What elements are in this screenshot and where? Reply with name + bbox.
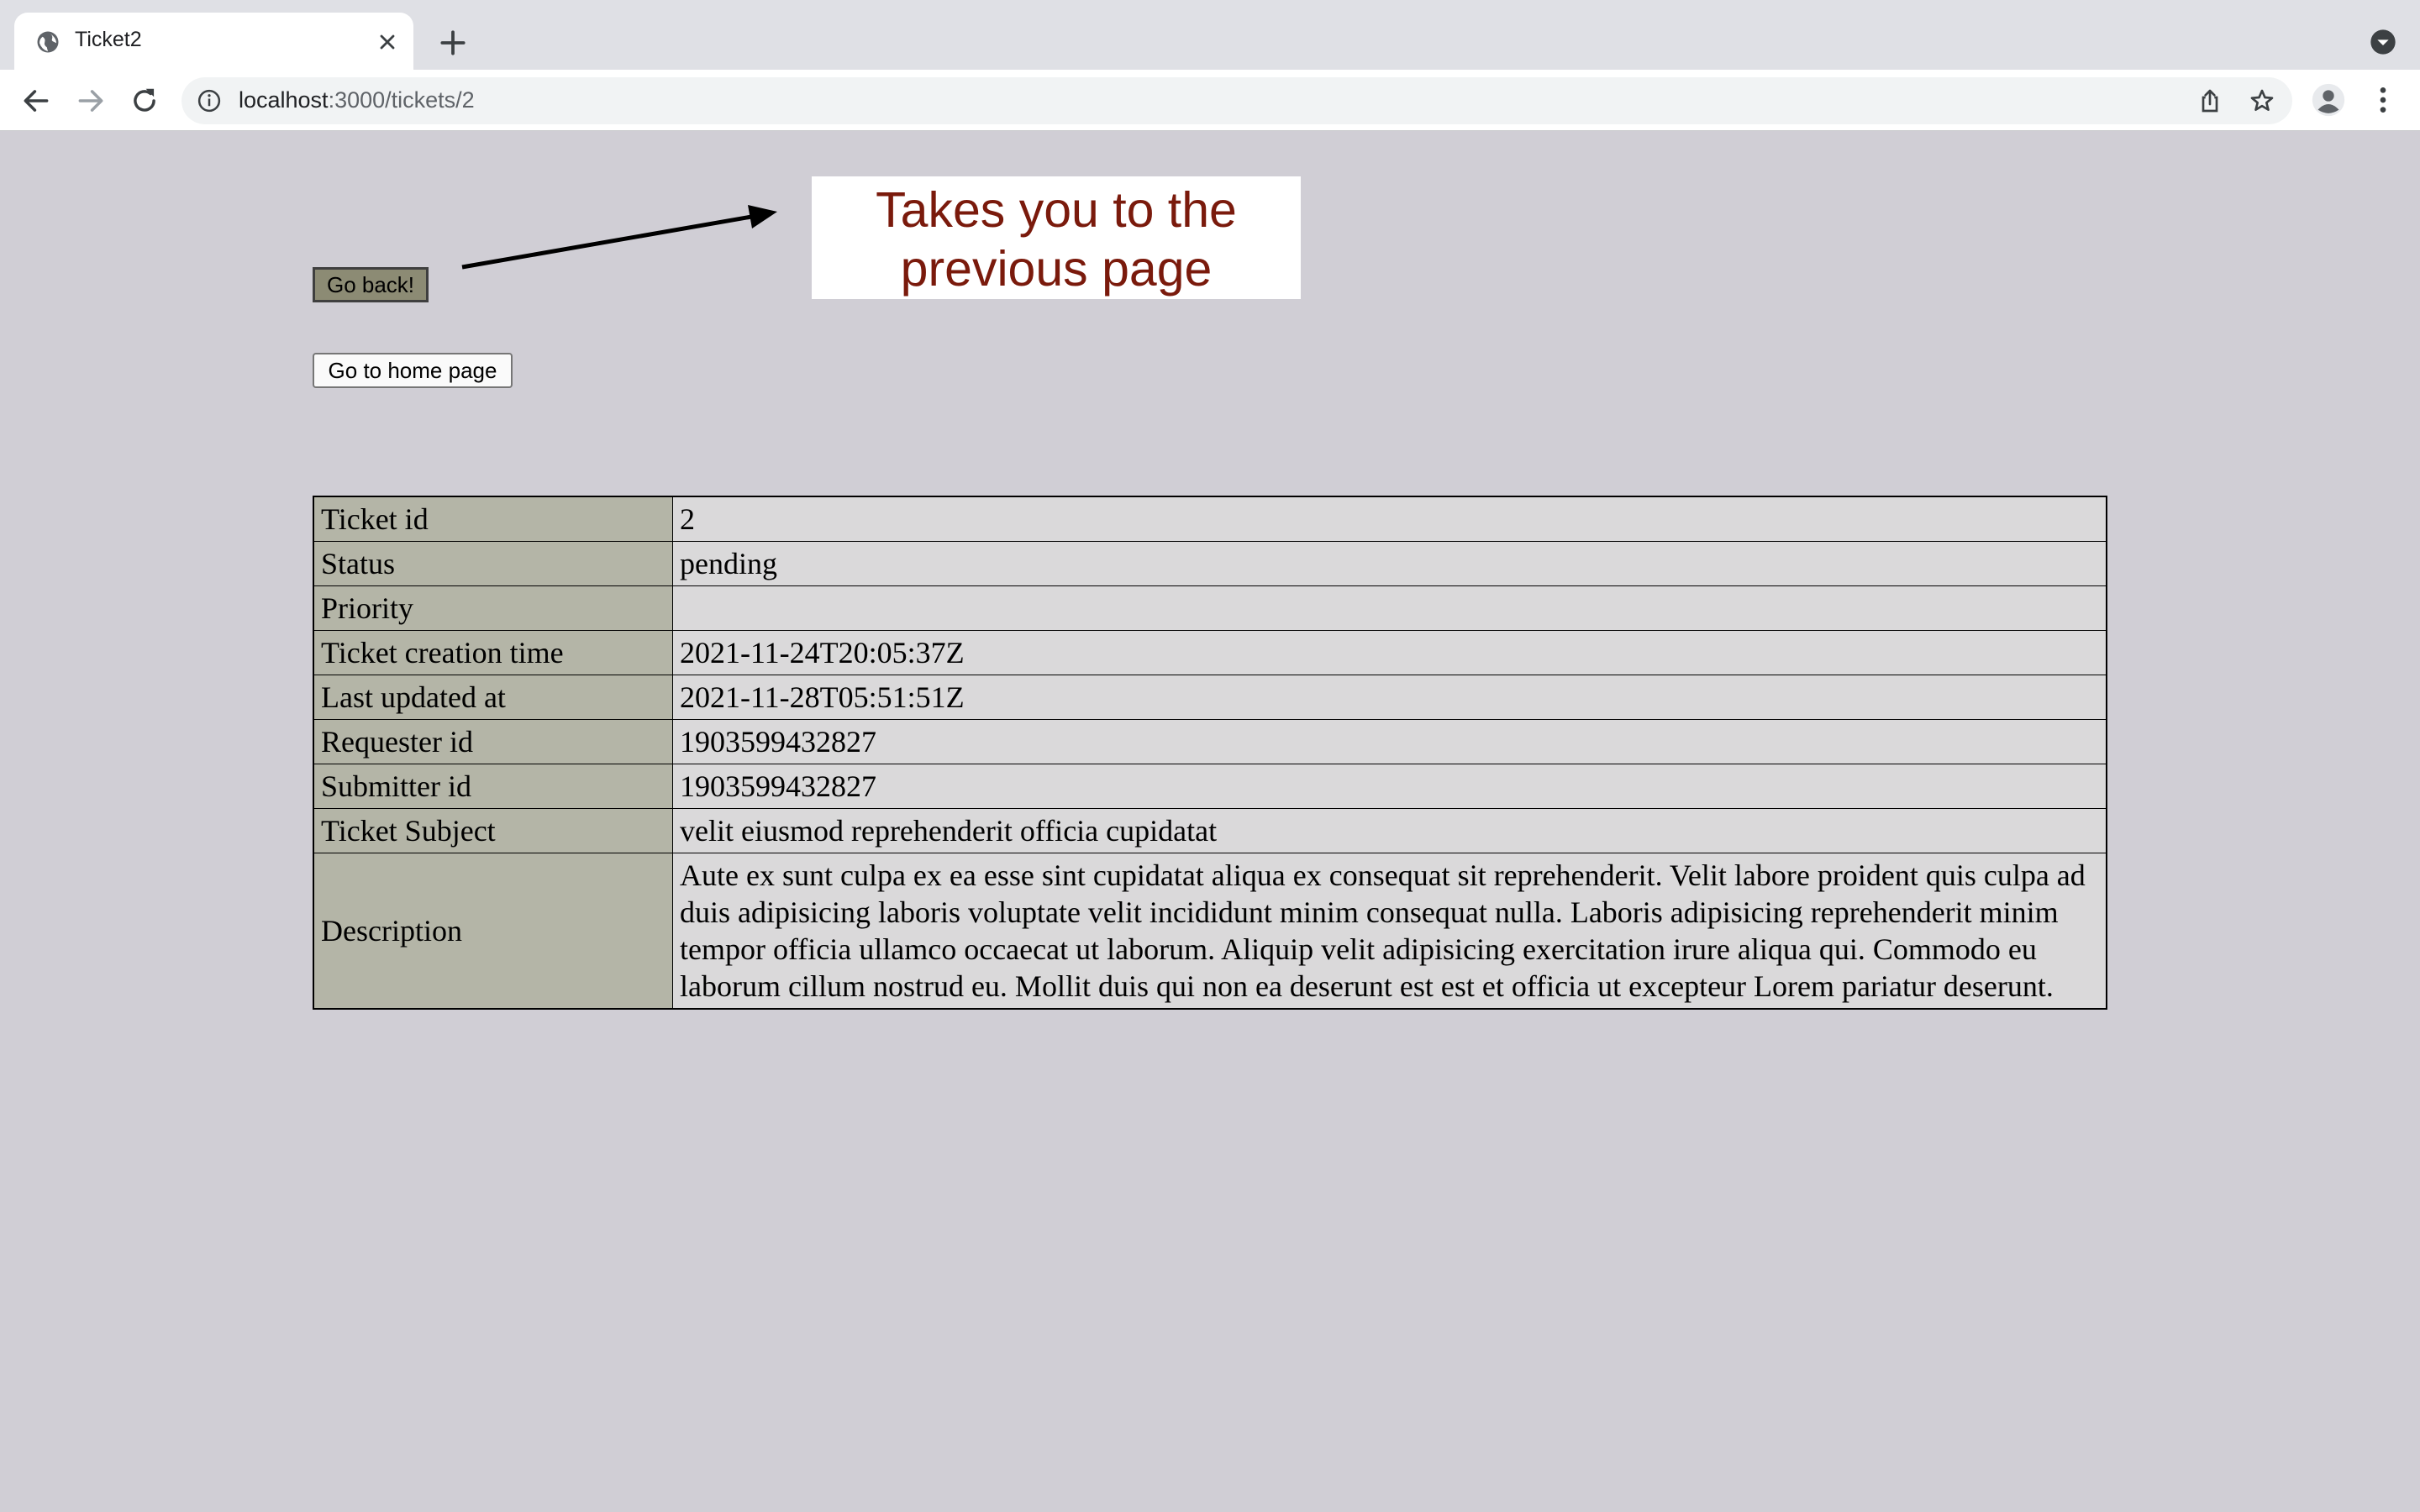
page-content: Go back! Takes you to the previous page …	[0, 131, 2420, 1512]
url-path: :3000/tickets/2	[328, 87, 475, 113]
row-label: Priority	[313, 585, 673, 631]
tab-title: Ticket2	[75, 28, 142, 51]
table-row: Priority	[313, 585, 2107, 631]
profile-icon[interactable]	[2312, 83, 2345, 117]
table-row: Submitter id 1903599432827	[313, 764, 2107, 809]
globe-icon	[37, 31, 59, 53]
table-row: Status pending	[313, 541, 2107, 586]
reload-icon[interactable]	[129, 85, 160, 117]
forward-arrow-icon[interactable]	[75, 85, 107, 117]
close-icon[interactable]	[376, 30, 399, 54]
row-value: 1903599432827	[672, 764, 2107, 809]
row-value: 1903599432827	[672, 719, 2107, 764]
table-row: Ticket id 2	[313, 496, 2107, 542]
annotation-callout: Takes you to the previous page	[812, 176, 1301, 299]
go-home-button[interactable]: Go to home page	[313, 353, 513, 388]
table-row: Last updated at 2021-11-28T05:51:51Z	[313, 675, 2107, 720]
row-label: Ticket creation time	[313, 630, 673, 675]
browser-window: Ticket2 localhost:3000/tickets/2 Go back…	[0, 0, 2420, 1512]
row-value: 2	[672, 496, 2107, 542]
url-host: localhost	[239, 87, 329, 113]
table-row: Requester id 1903599432827	[313, 719, 2107, 764]
browser-toolbar: localhost:3000/tickets/2	[0, 70, 2420, 131]
url-text[interactable]: localhost:3000/tickets/2	[239, 87, 475, 113]
row-value: 2021-11-28T05:51:51Z	[672, 675, 2107, 720]
row-value: velit eiusmod reprehenderit officia cupi…	[672, 808, 2107, 853]
go-back-button[interactable]: Go back!	[313, 267, 429, 302]
star-icon[interactable]	[2249, 87, 2275, 114]
row-value: 2021-11-24T20:05:37Z	[672, 630, 2107, 675]
annotation-arrow	[461, 205, 777, 270]
plus-icon[interactable]	[437, 27, 469, 59]
ticket-details-table: Ticket id 2 Status pending Priority Tick…	[313, 496, 2107, 1010]
row-label: Status	[313, 541, 673, 586]
info-icon[interactable]	[197, 88, 222, 113]
row-label: Description	[313, 853, 673, 1010]
share-icon[interactable]	[2196, 87, 2223, 114]
callout-line-1: Takes you to the	[876, 182, 1237, 238]
row-value: Aute ex sunt culpa ex ea esse sint cupid…	[672, 853, 2107, 1010]
tab-active[interactable]: Ticket2	[14, 13, 413, 70]
row-value	[672, 585, 2107, 631]
row-value: pending	[672, 541, 2107, 586]
back-arrow-icon[interactable]	[20, 85, 52, 117]
row-label: Requester id	[313, 719, 673, 764]
row-label: Submitter id	[313, 764, 673, 809]
table-row: Ticket Subject velit eiusmod reprehender…	[313, 808, 2107, 853]
tab-strip: Ticket2	[0, 0, 2420, 70]
callout-line-2: previous page	[900, 241, 1213, 297]
chevron-down-icon[interactable]	[2370, 29, 2396, 55]
address-bar[interactable]: localhost:3000/tickets/2	[182, 77, 2292, 124]
row-label: Last updated at	[313, 675, 673, 720]
row-label: Ticket id	[313, 496, 673, 542]
table-row: Ticket creation time 2021-11-24T20:05:37…	[313, 630, 2107, 675]
table-row: Description Aute ex sunt culpa ex ea ess…	[313, 853, 2107, 1010]
row-label: Ticket Subject	[313, 808, 673, 853]
kebab-menu-icon[interactable]	[2366, 83, 2400, 117]
